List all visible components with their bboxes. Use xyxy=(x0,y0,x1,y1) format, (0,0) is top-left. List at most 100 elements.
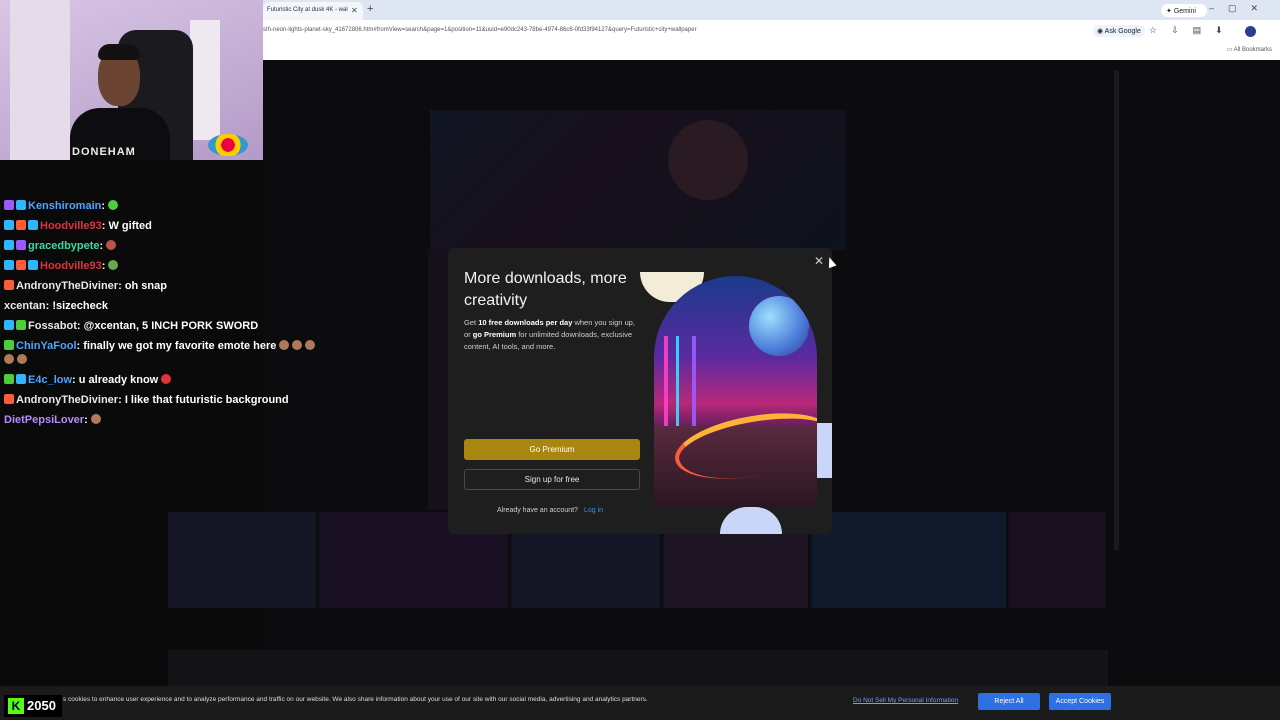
emote-icon xyxy=(108,260,119,270)
profile-avatar[interactable] xyxy=(1245,26,1256,37)
chat-message: Kenshiromain: xyxy=(4,200,119,212)
ask-google-label: Ask Google xyxy=(1104,28,1141,35)
chat-username: AndronyTheDiviner xyxy=(16,394,119,406)
chat-message: Hoodville93: W gifted xyxy=(4,220,152,232)
side-strip xyxy=(428,250,450,510)
tab-title: Futuristic City at dusk 4K - wal xyxy=(267,7,348,13)
gem-badge-icon xyxy=(28,220,38,230)
viewer-count-widget: K 2050 xyxy=(4,695,62,717)
chat-username: E4c_low xyxy=(28,374,73,386)
account-prompt: Already have an account? xyxy=(497,507,578,514)
reject-all-button[interactable]: Reject All xyxy=(978,693,1040,710)
chat-username: AndronyTheDiviner xyxy=(16,280,119,292)
chat-text: finally we got my favorite emote here xyxy=(83,340,277,352)
go-premium-button[interactable]: Go Premium xyxy=(464,439,640,460)
cookie-text: s cookies to enhance user experience and… xyxy=(63,696,648,703)
fire-badge-icon xyxy=(16,220,26,230)
fire-badge-icon xyxy=(4,280,14,290)
thumbnail[interactable] xyxy=(1010,512,1108,608)
chat-message: DietPepsiLover: xyxy=(4,414,101,426)
kick-logo-icon: K xyxy=(8,698,24,714)
chat-message: ChinYaFool: finally we got my favorite e… xyxy=(4,340,316,352)
emote-icon xyxy=(108,200,119,210)
chat-text: u already know xyxy=(78,374,159,386)
signup-free-button[interactable]: Sign up for free xyxy=(464,469,640,490)
thumbnail[interactable] xyxy=(812,512,1008,608)
bookmarks-label: All Bookmarks xyxy=(1233,47,1272,53)
do-not-sell-link[interactable]: Do Not Sell My Personal Information xyxy=(853,697,958,704)
chat-username: gracedbypete xyxy=(28,240,100,252)
close-tab-icon[interactable]: ✕ xyxy=(351,6,358,15)
accept-cookies-button[interactable]: Accept Cookies xyxy=(1049,693,1111,710)
window-controls[interactable]: –▢✕ xyxy=(1209,3,1272,14)
login-prompt: Already have an account? Log in xyxy=(497,507,603,514)
gem-badge-icon xyxy=(16,200,26,210)
all-bookmarks[interactable]: ▭ All Bookmarks xyxy=(1227,46,1272,53)
tab-bar: Futuristic City at dusk 4K - wal ✕ + ✦ G… xyxy=(263,0,1280,20)
chat-overlay: Kenshiromain: Hoodville93: W gifted grac… xyxy=(0,160,430,460)
chat-message: Hoodville93: xyxy=(4,260,119,272)
login-link[interactable]: Log in xyxy=(584,507,603,514)
chat-text: @xcentan, 5 INCH PORK SWORD xyxy=(83,320,259,332)
hero-image xyxy=(430,110,846,250)
more-thumbnails xyxy=(168,650,1108,686)
signup-modal: More downloads, more creativity Get 10 f… xyxy=(448,248,832,534)
gemini-label: Gemini xyxy=(1173,8,1196,15)
new-tab-icon[interactable]: + xyxy=(367,3,373,15)
sub-badge-icon xyxy=(16,240,26,250)
gem-badge-icon xyxy=(16,374,26,384)
chat-text: W gifted xyxy=(108,220,152,232)
sword-badge-icon xyxy=(4,240,14,250)
modal-title: More downloads, more creativity xyxy=(464,270,627,309)
thumbnail[interactable] xyxy=(168,512,318,608)
sub-badge-icon xyxy=(4,200,14,210)
shirt-text: DONEHAM xyxy=(72,146,136,158)
chat-username: Hoodville93 xyxy=(40,260,102,272)
chat-username: DietPepsiLover xyxy=(4,414,85,426)
bot-badge-icon xyxy=(16,320,26,330)
ask-google-button[interactable]: ◉ Ask Google xyxy=(1093,25,1145,37)
chat-message: AndronyTheDiviner: I like that futuristi… xyxy=(4,394,289,406)
url-text[interactable]: sth-neon-lights-planet-sky_41672806.htm#… xyxy=(263,27,697,33)
chat-username: Kenshiromain xyxy=(28,200,102,212)
chat-text: I like that futuristic background xyxy=(124,394,289,406)
close-icon[interactable]: ✕ xyxy=(814,254,824,268)
check-badge-icon xyxy=(4,374,14,384)
address-bar[interactable]: sth-neon-lights-planet-sky_41672806.htm#… xyxy=(263,20,1280,42)
emote-icon xyxy=(106,240,117,250)
fire-badge-icon xyxy=(4,394,14,404)
background-door xyxy=(10,0,70,160)
fire-badge-icon xyxy=(16,260,26,270)
chat-username: xcentan xyxy=(4,300,46,312)
chat-username: Hoodville93 xyxy=(40,220,102,232)
gemini-button[interactable]: ✦ Gemini xyxy=(1161,4,1207,17)
toolbar-icons[interactable]: ☆⇩▤⬇ xyxy=(1149,25,1237,36)
chat-message: Fossabot: @xcentan, 5 INCH PORK SWORD xyxy=(4,320,258,332)
sword-badge-icon xyxy=(4,260,14,270)
chat-username: Fossabot xyxy=(28,320,77,332)
sword-badge-icon xyxy=(4,320,14,330)
chat-text: oh snap xyxy=(124,280,167,292)
hero-planet xyxy=(668,120,748,200)
sword-badge-icon xyxy=(4,220,14,230)
desc-bold-downloads: 10 free downloads per day xyxy=(478,318,573,327)
check-badge-icon xyxy=(4,340,14,350)
emote-icon xyxy=(292,340,303,350)
chat-message-continued xyxy=(4,354,27,366)
streamer-hair xyxy=(98,44,140,60)
heart-icon xyxy=(161,374,172,384)
emote-icon xyxy=(4,354,14,364)
decor-shape xyxy=(720,507,782,534)
colorful-toy xyxy=(208,134,248,156)
page-scrollbar[interactable] xyxy=(1114,70,1119,550)
chat-text: !sizecheck xyxy=(52,300,108,312)
background-shelf xyxy=(190,20,220,140)
webcam-overlay: DONEHAM xyxy=(0,0,263,160)
viewer-count: 2050 xyxy=(27,698,56,713)
emote-icon xyxy=(17,354,27,364)
browser-tab[interactable]: Futuristic City at dusk 4K - wal ✕ xyxy=(263,2,363,20)
chat-message: gracedbypete: xyxy=(4,240,117,252)
cookie-banner: s cookies to enhance user experience and… xyxy=(0,686,1280,720)
emote-icon xyxy=(305,340,316,350)
neon-towers xyxy=(664,336,734,426)
